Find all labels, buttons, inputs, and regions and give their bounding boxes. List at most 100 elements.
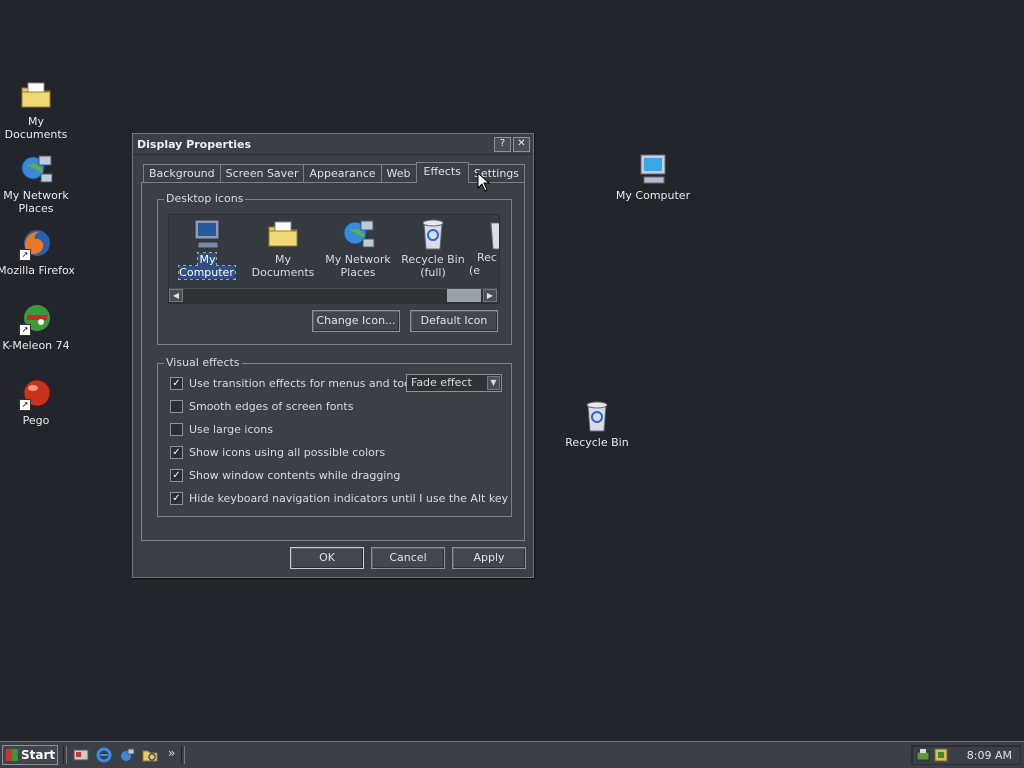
- default-icon-button[interactable]: Default Icon: [410, 310, 498, 332]
- tab-background[interactable]: Background: [143, 164, 221, 183]
- list-item-label: My Computer: [178, 252, 236, 280]
- horizontal-scrollbar[interactable]: ◀ ▶: [169, 288, 497, 303]
- transition-effect-select[interactable]: Fade effect ▼: [406, 374, 502, 392]
- scroll-thumb[interactable]: [447, 289, 481, 302]
- scroll-left-arrow-icon[interactable]: ◀: [169, 289, 183, 302]
- desktop-icons-list: My Computer My Documents My Network Plac…: [168, 214, 500, 304]
- tab-web[interactable]: Web: [380, 164, 417, 183]
- group-label: Desktop icons: [164, 192, 246, 205]
- desktop-icon-label: Mozilla Firefox: [0, 264, 75, 277]
- list-item-my-documents[interactable]: My Documents: [245, 217, 321, 279]
- checkbox-checked[interactable]: ✓: [170, 445, 183, 459]
- list-item-label: Recycle Bin (full): [401, 253, 465, 279]
- recycle-bin-full-icon: [416, 217, 450, 251]
- taskbar-separator: [181, 746, 185, 764]
- taskbar: Start » 8:09 AM: [0, 741, 1024, 768]
- option-label: Hide keyboard navigation indicators unti…: [189, 491, 509, 505]
- desktop-icons-group: Desktop icons My Computer My Documents M…: [157, 192, 512, 345]
- computer-monitor-icon: [636, 152, 670, 186]
- shortcut-arrow-icon: ↗: [19, 249, 31, 261]
- internet-explorer-icon[interactable]: [96, 747, 112, 763]
- mouse-pointer-icon: [477, 172, 491, 192]
- desktop-icon-label: My Computer: [615, 189, 691, 202]
- visual-effects-group: Visual effects ✓ Use transition effects …: [157, 356, 512, 517]
- cancel-button[interactable]: Cancel: [371, 547, 445, 569]
- checkbox-unchecked[interactable]: [170, 399, 183, 413]
- option-label: Smooth edges of screen fonts: [189, 399, 354, 413]
- list-item-my-computer[interactable]: My Computer: [169, 217, 245, 280]
- k-meleon-icon: ↗: [19, 302, 53, 336]
- tray-network-icon[interactable]: [915, 747, 931, 763]
- checkbox-checked[interactable]: ✓: [170, 468, 183, 482]
- help-button[interactable]: ?: [494, 136, 511, 152]
- tab-screen-saver[interactable]: Screen Saver: [219, 164, 305, 183]
- start-button[interactable]: Start: [2, 745, 58, 765]
- option-window-contents-dragging[interactable]: ✓ Show window contents while dragging: [170, 467, 400, 483]
- desktop-icon-recycle-bin[interactable]: Recycle Bin: [557, 399, 637, 449]
- checkbox-checked[interactable]: ✓: [170, 491, 183, 505]
- shortcut-arrow-icon: ↗: [19, 399, 31, 411]
- option-label: Show window contents while dragging: [189, 468, 401, 482]
- quicklaunch-chevron[interactable]: »: [168, 746, 175, 760]
- list-item-label: My Network Places: [325, 253, 391, 279]
- desktop-icon-label: Recycle Bin: [565, 436, 629, 449]
- desktop-icon-k-meleon[interactable]: ↗ K-Meleon 74: [0, 302, 76, 352]
- display-properties-window: Display Properties ? ✕ Background Screen…: [132, 133, 534, 578]
- close-button[interactable]: ✕: [513, 136, 530, 152]
- option-smooth-edges[interactable]: Smooth edges of screen fonts: [170, 398, 353, 414]
- pego-ball-icon: ↗: [19, 377, 53, 411]
- tab-appearance[interactable]: Appearance: [303, 164, 382, 183]
- desktop-icon-my-computer[interactable]: My Computer: [613, 152, 693, 202]
- list-item-recycle-bin-empty[interactable]: Rec (e: [469, 217, 499, 277]
- network-icon[interactable]: [119, 747, 135, 763]
- start-label: Start: [21, 748, 56, 762]
- network-globe-icon: [19, 152, 53, 186]
- desktop-icon-my-documents[interactable]: My Documents: [0, 78, 76, 141]
- desktop-icon-my-network-places[interactable]: My Network Places: [0, 152, 76, 215]
- desktop-icon-mozilla-firefox[interactable]: ↗ Mozilla Firefox: [0, 227, 76, 277]
- title-bar[interactable]: Display Properties ? ✕: [133, 134, 533, 155]
- system-tray: 8:09 AM: [911, 745, 1021, 765]
- select-value: Fade effect: [411, 376, 472, 389]
- option-all-colors[interactable]: ✓ Show icons using all possible colors: [170, 444, 385, 460]
- shortcut-arrow-icon: ↗: [19, 324, 31, 336]
- firefox-icon: ↗: [19, 227, 53, 261]
- option-transition-effects[interactable]: ✓ Use transition effects for menus and t…: [170, 375, 434, 391]
- computer-monitor-icon: [190, 217, 224, 251]
- tray-app-icon[interactable]: [933, 747, 949, 763]
- dropdown-arrow-icon[interactable]: ▼: [487, 376, 500, 390]
- desktop-icon-pego[interactable]: ↗ Pego: [0, 377, 76, 427]
- desktop-icon-label: My Documents: [4, 115, 68, 141]
- option-label: Use transition effects for menus and too…: [189, 376, 435, 390]
- option-label: Use large icons: [189, 422, 273, 436]
- option-hide-keyboard-indicators[interactable]: ✓ Hide keyboard navigation indicators un…: [170, 490, 508, 506]
- network-globe-icon: [341, 217, 375, 251]
- folder-documents-icon: [266, 217, 300, 251]
- list-item-my-network-places[interactable]: My Network Places: [320, 217, 396, 279]
- tab-effects[interactable]: Effects: [415, 162, 469, 183]
- option-label: Show icons using all possible colors: [189, 445, 386, 459]
- list-item-label: My Documents: [251, 253, 315, 279]
- window-title: Display Properties: [137, 137, 252, 151]
- group-label: Visual effects: [164, 356, 242, 369]
- option-large-icons[interactable]: Use large icons: [170, 421, 273, 437]
- list-item-recycle-bin-full[interactable]: Recycle Bin (full): [395, 217, 471, 279]
- scroll-right-arrow-icon[interactable]: ▶: [483, 289, 497, 302]
- ok-button[interactable]: OK: [290, 547, 364, 569]
- clock: 8:09 AM: [966, 749, 1012, 762]
- change-icon-button[interactable]: Change Icon...: [312, 310, 400, 332]
- checkbox-unchecked[interactable]: [170, 422, 183, 436]
- tab-strip: Background Screen Saver Appearance Web E…: [143, 162, 526, 183]
- desktop-icon-label: My Network Places: [3, 189, 69, 215]
- apply-button[interactable]: Apply: [452, 547, 526, 569]
- list-item-label: Rec (e: [469, 251, 497, 277]
- taskbar-separator: [63, 746, 67, 764]
- show-desktop-icon[interactable]: [73, 747, 89, 763]
- effects-tab-panel: Desktop icons My Computer My Documents M…: [141, 182, 525, 541]
- desktop-icon-label: K-Meleon 74: [2, 339, 70, 352]
- checkbox-checked[interactable]: ✓: [170, 376, 183, 390]
- explorer-folder-icon[interactable]: [142, 747, 158, 763]
- folder-documents-icon: [19, 78, 53, 112]
- desktop-icon-label: Pego: [22, 414, 50, 427]
- recycle-bin-icon: [580, 399, 614, 433]
